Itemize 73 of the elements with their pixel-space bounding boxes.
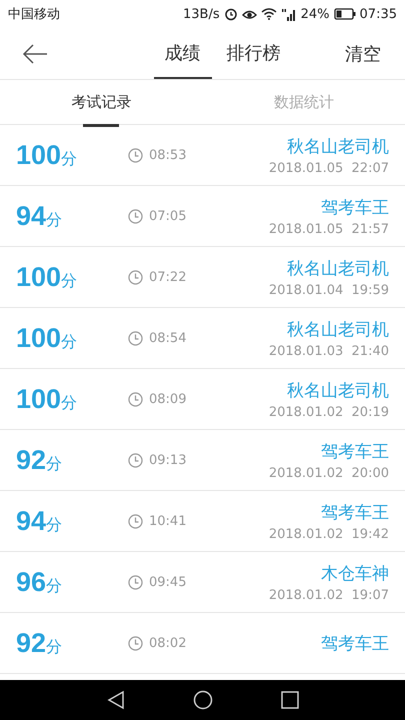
player-name: 驾考车王 bbox=[321, 196, 389, 218]
score-value: 100 bbox=[16, 262, 62, 292]
score-unit: 分 bbox=[46, 636, 62, 658]
clock-icon bbox=[128, 208, 143, 224]
score-value: 100 bbox=[16, 322, 62, 354]
exam-date: 2018.01.04 19:59 bbox=[268, 282, 389, 298]
player-name: 秋名山老司机 bbox=[287, 136, 389, 158]
eye-icon bbox=[242, 8, 257, 20]
back-triangle-icon bbox=[106, 690, 124, 710]
recents-square-icon bbox=[280, 691, 298, 709]
exam-date: 2018.01.05 21:57 bbox=[268, 222, 389, 236]
score-unit: 分 bbox=[61, 270, 78, 292]
score-value: 94 bbox=[16, 506, 46, 536]
exam-date: 2018.01.02 20:19 bbox=[268, 404, 389, 420]
score-value: 100 bbox=[16, 140, 62, 170]
score-value: 96 bbox=[16, 566, 46, 598]
exam-duration: 10:41 bbox=[149, 514, 186, 528]
score-unit: 分 bbox=[61, 148, 78, 170]
player-name: 驾考车王 bbox=[321, 502, 389, 524]
exam-duration: 08:54 bbox=[149, 330, 186, 346]
exam-duration: 09:45 bbox=[149, 574, 186, 590]
carrier-name: 中国移动 bbox=[8, 6, 60, 23]
player-name: 秋名山老司机 bbox=[287, 258, 389, 280]
exam-date: 2018.01.02 19:42 bbox=[268, 526, 389, 542]
exam-duration: 08:09 bbox=[149, 392, 186, 406]
sub-tab[interactable]: 考试记录 bbox=[65, 80, 138, 124]
exam-date: 2018.01.03 21:40 bbox=[268, 344, 389, 358]
clock-icon bbox=[128, 514, 143, 528]
player-name: 驾考车王 bbox=[321, 632, 389, 654]
top-tab[interactable]: 排行榜 bbox=[216, 28, 292, 79]
clock-icon bbox=[128, 330, 143, 346]
clock-icon bbox=[128, 148, 143, 162]
exam-duration: 07:22 bbox=[149, 270, 186, 284]
score-unit: 分 bbox=[46, 576, 62, 596]
clock-icon bbox=[128, 270, 143, 284]
score-unit: 分 bbox=[61, 332, 78, 352]
battery-percent: 24% bbox=[300, 6, 330, 22]
home-circle-icon bbox=[192, 690, 212, 710]
score-value: 100 bbox=[16, 384, 62, 414]
exam-date: 2018.01.05 22:07 bbox=[268, 160, 389, 176]
exam-duration: 08:02 bbox=[149, 636, 186, 650]
score-unit: 分 bbox=[61, 392, 78, 414]
alarm-icon bbox=[224, 7, 238, 21]
clock-icon bbox=[128, 636, 143, 650]
score-unit: 分 bbox=[46, 514, 62, 536]
battery-icon bbox=[334, 8, 356, 20]
clock-icon bbox=[128, 452, 143, 468]
network-speed: 13B/s bbox=[183, 6, 220, 22]
score-value: 94 bbox=[16, 200, 46, 232]
home-circle-button[interactable] bbox=[192, 690, 212, 710]
clock-time: 07:35 bbox=[360, 6, 397, 22]
exam-duration: 07:05 bbox=[149, 208, 186, 224]
signal-icon bbox=[280, 8, 297, 20]
clear-button[interactable]: 清空 bbox=[335, 28, 405, 79]
top-tab[interactable]: 成绩 bbox=[154, 28, 212, 79]
exam-duration: 09:13 bbox=[149, 452, 186, 468]
clock-icon bbox=[128, 574, 143, 590]
player-name: 秋名山老司机 bbox=[287, 318, 389, 340]
recents-square-button[interactable] bbox=[280, 691, 298, 709]
clock-icon bbox=[128, 392, 143, 406]
exam-duration: 08:53 bbox=[149, 148, 186, 162]
player-name: 秋名山老司机 bbox=[287, 380, 389, 402]
exam-date: 2018.01.02 19:07 bbox=[268, 588, 389, 602]
back-arrow-icon bbox=[22, 44, 48, 64]
score-value: 92 bbox=[16, 444, 46, 476]
score-unit: 分 bbox=[46, 210, 62, 230]
score-value: 92 bbox=[16, 628, 46, 658]
exam-date: 2018.01.02 20:00 bbox=[268, 466, 389, 480]
wifi-icon bbox=[260, 8, 277, 20]
back-triangle-button[interactable] bbox=[106, 690, 124, 710]
player-name: 驾考车王 bbox=[321, 440, 389, 462]
score-unit: 分 bbox=[46, 454, 62, 474]
player-name: 木仓车神 bbox=[321, 562, 389, 584]
